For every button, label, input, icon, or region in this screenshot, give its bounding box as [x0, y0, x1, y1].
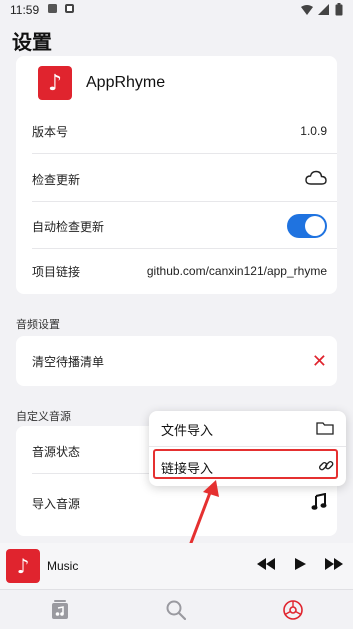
app-notification-icon — [64, 3, 75, 17]
auto-check-label: 自动检查更新 — [32, 219, 105, 234]
status-bar: 11:59 — [0, 0, 353, 20]
version-label: 版本号 — [32, 124, 69, 139]
search-tab-icon[interactable] — [164, 598, 188, 622]
check-update-label: 检查更新 — [32, 172, 81, 187]
wifi-icon — [301, 4, 313, 19]
app-logo: ♪ — [38, 66, 72, 100]
source-section-label: 自定义音源 — [16, 411, 71, 423]
file-import-item[interactable]: 文件导入 — [149, 413, 346, 447]
clear-queue-row[interactable]: 清空待播清单 ✕ — [16, 338, 337, 384]
audio-section-label: 音频设置 — [16, 319, 60, 331]
bottom-tab-bar — [0, 589, 353, 629]
project-link-value[interactable]: github.com/canxin121/app_rhyme — [147, 264, 327, 278]
mini-player[interactable]: ♪ Music — [0, 543, 353, 589]
auto-check-row: 自动检查更新 — [16, 203, 337, 249]
clear-queue-label: 清空待播清单 — [32, 354, 105, 369]
rewind-icon[interactable] — [256, 556, 276, 575]
app-header: ♪ AppRhyme — [38, 66, 165, 100]
music-note-icon[interactable] — [311, 492, 327, 514]
toggle-knob — [305, 216, 325, 236]
fast-forward-icon[interactable] — [324, 556, 344, 575]
page-title: 设置 — [12, 32, 52, 54]
version-value: 1.0.9 — [300, 124, 327, 138]
file-import-label: 文件导入 — [161, 423, 214, 438]
play-icon[interactable] — [293, 556, 307, 575]
import-source-row[interactable]: 导入音源 — [16, 480, 337, 526]
project-link-label: 项目链接 — [32, 264, 81, 279]
status-indicators — [301, 3, 343, 19]
app-info-card: ♪ AppRhyme 版本号 1.0.9 检查更新 自动检查更新 项目链接 gi… — [16, 56, 337, 294]
cloud-icon[interactable] — [305, 170, 327, 189]
library-tab-icon[interactable] — [48, 598, 72, 622]
source-status-label: 音源状态 — [32, 444, 81, 459]
settings-tab-icon[interactable] — [281, 598, 305, 622]
import-source-label: 导入音源 — [32, 496, 81, 511]
check-update-row[interactable]: 检查更新 — [16, 156, 337, 202]
annotation-highlight-box — [153, 449, 338, 479]
signal-icon — [318, 3, 330, 19]
audio-settings-card: 清空待播清单 ✕ — [16, 336, 337, 386]
app-name: AppRhyme — [86, 74, 166, 91]
music-note-icon: ♪ — [16, 554, 30, 578]
music-note-icon: ♪ — [47, 70, 63, 96]
project-link-row[interactable]: 项目链接 github.com/canxin121/app_rhyme — [16, 248, 337, 294]
auto-check-toggle[interactable] — [287, 214, 327, 238]
battery-icon — [335, 3, 343, 19]
notification-icon — [47, 3, 58, 17]
version-row: 版本号 1.0.9 — [16, 108, 337, 154]
player-artwork: ♪ — [6, 549, 40, 583]
status-time: 11:59 — [10, 3, 40, 17]
close-icon[interactable]: ✕ — [312, 351, 327, 372]
player-title: Music — [47, 559, 79, 573]
folder-icon — [316, 421, 334, 438]
